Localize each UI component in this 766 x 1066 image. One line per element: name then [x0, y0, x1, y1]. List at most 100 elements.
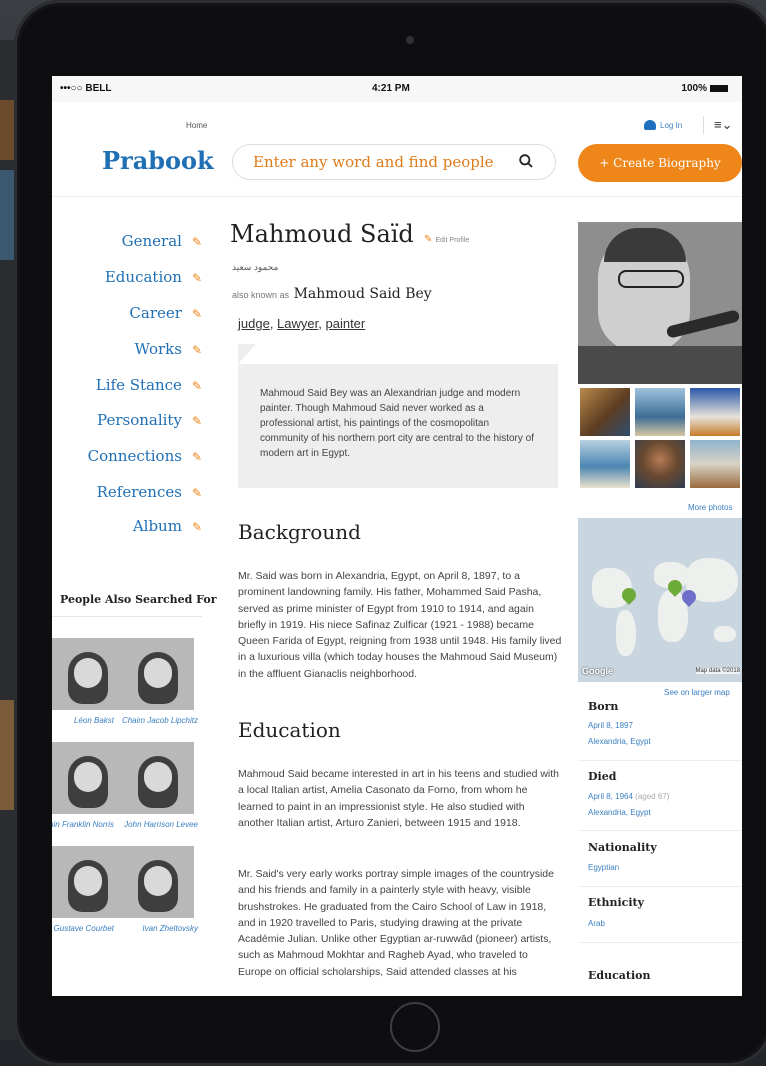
arabic-name: محمود سعيد — [232, 262, 279, 272]
map-land — [714, 626, 736, 642]
person-name-link[interactable]: Chaim Jacob Lipchitz — [108, 716, 198, 725]
edit-pencil-icon: ✎ — [191, 235, 202, 249]
portrait-glasses — [618, 270, 684, 288]
portrait-coat — [578, 346, 742, 384]
section-divider — [52, 616, 202, 617]
nav-item-label: Career — [129, 304, 182, 322]
portrait-face — [74, 866, 102, 896]
fact-divider — [578, 886, 742, 887]
header-divider-line — [52, 196, 742, 197]
born-date-link[interactable]: April 8, 1897 — [588, 721, 633, 730]
education-heading: Education — [238, 718, 341, 742]
camera-icon — [406, 36, 414, 44]
person-name-link[interactable]: Benjamin Franklin Norris — [52, 820, 114, 829]
background-artwork — [0, 100, 14, 160]
background-heading: Background — [238, 520, 361, 544]
map-brand-logo: Google — [582, 666, 613, 676]
person-name-link[interactable]: Léon Bakst — [52, 716, 114, 725]
person-photo[interactable] — [122, 638, 194, 710]
died-place-link[interactable]: Alexandria, Egypt — [588, 808, 651, 817]
profile-photo[interactable] — [578, 222, 742, 384]
artwork-thumbnail[interactable] — [635, 388, 685, 436]
nav-item-life-stance[interactable]: Life Stance ✎ — [62, 376, 202, 394]
education-label: Education — [588, 969, 651, 982]
search-bar — [232, 144, 556, 180]
artwork-thumbnail[interactable] — [635, 440, 685, 488]
person-name-link[interactable]: Gustave Courbet — [52, 924, 114, 933]
background-text: Mr. Said was born in Alexandria, Egypt, … — [238, 570, 562, 680]
person-photo[interactable] — [52, 638, 124, 710]
carrier-label: •••○○ BELL — [60, 83, 112, 94]
battery-percent: 100% — [681, 83, 707, 94]
battery-indicator: 100% — [681, 83, 728, 94]
ethnicity-link[interactable]: Arab — [588, 919, 605, 928]
background-artwork — [0, 700, 14, 810]
nav-item-references[interactable]: References ✎ — [62, 483, 202, 501]
edit-pencil-icon: ✎ — [191, 343, 202, 357]
died-date-link[interactable]: April 8, 1964 — [588, 792, 633, 801]
search-input[interactable] — [253, 145, 511, 179]
nav-item-personality[interactable]: Personality ✎ — [62, 411, 202, 429]
nav-item-general[interactable]: General ✎ — [62, 232, 202, 250]
search-icon[interactable] — [519, 154, 533, 168]
map-land — [616, 610, 636, 656]
education-text: Mr. Said's very early works portray simp… — [238, 868, 554, 978]
portrait-face — [144, 762, 172, 792]
person-photo[interactable] — [52, 846, 124, 918]
profession-link[interactable]: judge — [238, 316, 270, 331]
background-artwork — [0, 170, 14, 260]
artwork-thumbnail[interactable] — [690, 440, 740, 488]
edit-profile-link[interactable]: ✎ Edit Profile — [424, 234, 469, 245]
portrait-face — [144, 866, 172, 896]
battery-icon — [710, 85, 728, 92]
born-place-link[interactable]: Alexandria, Egypt — [588, 737, 651, 746]
born-label: Born — [588, 700, 619, 713]
edit-pencil-icon: ✎ — [191, 379, 202, 393]
nav-item-label: References — [96, 483, 182, 501]
profession-link[interactable]: painter — [325, 316, 365, 331]
edit-pencil-icon: ✎ — [191, 307, 202, 321]
map-data-credit: Map data ©2018 — [695, 668, 740, 674]
create-biography-button[interactable]: + Create Biography — [578, 144, 742, 182]
person-name-link[interactable]: Ivan Zheltovsky — [108, 924, 198, 933]
nav-item-label: Album — [132, 517, 182, 535]
aka-name: Mahmoud Said Bey — [293, 286, 432, 302]
hamburger-menu-icon[interactable]: ≡⌄ — [714, 117, 732, 133]
person-photo[interactable] — [122, 846, 194, 918]
nav-item-label: Education — [104, 268, 182, 286]
died-date: April 8, 1964 (aged 67) — [588, 792, 669, 801]
portrait-face — [74, 762, 102, 792]
person-name-link[interactable]: John Harrison Levee — [108, 820, 198, 829]
nationality-link[interactable]: Egyptian — [588, 863, 619, 872]
nav-item-label: Connections — [87, 447, 182, 465]
edit-pencil-icon: ✎ — [191, 520, 202, 534]
more-photos-link[interactable]: More photos — [688, 503, 732, 512]
aka-label: also known as — [232, 290, 290, 300]
edit-profile-label: Edit Profile — [435, 237, 470, 244]
nav-item-education[interactable]: Education ✎ — [62, 268, 202, 286]
artwork-thumbnail[interactable] — [580, 440, 630, 488]
nav-item-album[interactable]: Album ✎ — [62, 517, 202, 535]
person-photo[interactable] — [122, 742, 194, 814]
nav-item-career[interactable]: Career ✎ — [62, 304, 202, 322]
died-label: Died — [588, 770, 617, 783]
home-link[interactable]: Home — [186, 121, 207, 130]
profession-link[interactable]: Lawyer — [277, 316, 318, 331]
artwork-thumbnail[interactable] — [580, 388, 630, 436]
artwork-thumbnail[interactable] — [690, 388, 740, 436]
nav-item-works[interactable]: Works ✎ — [62, 340, 202, 358]
logo[interactable]: Prabook — [102, 146, 214, 175]
profile-summary: Mahmoud Said Bey was an Alexandrian judg… — [238, 364, 558, 488]
education-text: Mahmoud Said became interested in art in… — [238, 768, 560, 829]
portrait-face — [74, 658, 102, 688]
person-photo[interactable] — [52, 742, 124, 814]
see-larger-map-link[interactable]: See on larger map — [664, 688, 730, 697]
nav-item-label: Personality — [97, 411, 182, 429]
login-link[interactable]: Log In — [644, 120, 682, 130]
birthplace-map[interactable]: Google Map data ©2018 — [578, 518, 742, 682]
home-button[interactable] — [390, 1002, 440, 1052]
nav-item-label: General — [121, 232, 182, 250]
fact-divider — [578, 830, 742, 831]
nav-item-connections[interactable]: Connections ✎ — [62, 447, 202, 465]
nav-item-label: Life Stance — [95, 376, 182, 394]
